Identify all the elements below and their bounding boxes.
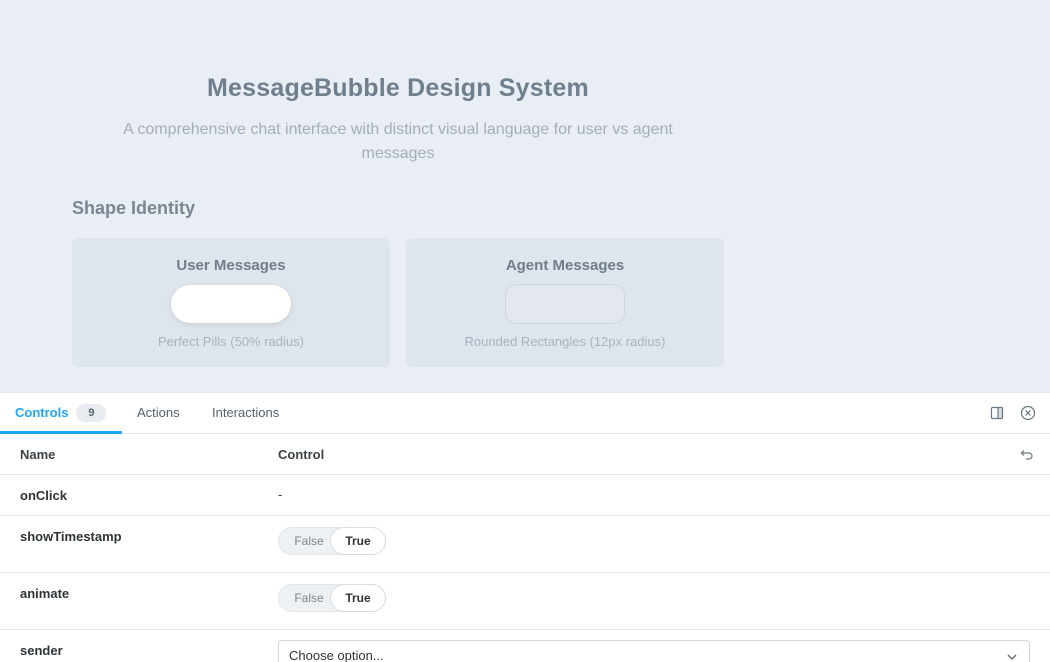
agent-rect-bubble xyxy=(505,284,625,324)
toggle-true-option[interactable]: True xyxy=(331,528,385,554)
addons-panel: Controls 9 Actions Interactions Name Cont… xyxy=(0,392,1050,662)
controls-count-badge: 9 xyxy=(76,403,107,422)
sender-select[interactable]: Choose option... xyxy=(278,640,1030,662)
card-title: User Messages xyxy=(176,257,286,274)
chevron-down-icon xyxy=(1005,650,1019,662)
row-name: onClick xyxy=(20,488,67,503)
toggle-true-option[interactable]: True xyxy=(331,585,385,611)
row-name: animate xyxy=(20,586,70,601)
split-panel-icon[interactable] xyxy=(989,405,1005,421)
table-row: onClick - xyxy=(0,475,1050,516)
tab-label: Controls xyxy=(15,405,69,420)
agent-messages-card: Agent Messages Rounded Rectangles (12px … xyxy=(406,238,724,367)
toggle-false-option[interactable]: False xyxy=(283,528,335,554)
user-messages-card: User Messages Perfect Pills (50% radius) xyxy=(72,238,390,367)
card-caption: Rounded Rectangles (12px radius) xyxy=(464,334,666,349)
row-name: sender xyxy=(20,643,63,658)
column-header-control: Control xyxy=(278,447,325,462)
story-preview: MessageBubble Design System A comprehens… xyxy=(0,0,1050,392)
boolean-toggle: False True xyxy=(278,527,386,555)
row-control-value: - xyxy=(278,487,283,502)
page-subtitle: A comprehensive chat interface with dist… xyxy=(123,121,673,162)
toggle-false-option[interactable]: False xyxy=(283,585,335,611)
card-title: Agent Messages xyxy=(505,257,625,274)
table-row: animate False True xyxy=(0,573,1050,630)
column-header-name: Name xyxy=(20,447,56,462)
user-pill-bubble xyxy=(171,285,291,323)
tab-controls[interactable]: Controls 9 xyxy=(0,393,122,434)
undo-icon[interactable] xyxy=(1019,446,1035,462)
card-caption: Perfect Pills (50% radius) xyxy=(158,334,304,349)
page-title: MessageBubble Design System xyxy=(207,74,589,102)
addons-tabbar: Controls 9 Actions Interactions xyxy=(0,393,1050,434)
row-name: showTimestamp xyxy=(20,529,122,544)
tab-actions[interactable]: Actions xyxy=(137,393,180,433)
tab-interactions[interactable]: Interactions xyxy=(212,393,279,433)
table-row: showTimestamp False True xyxy=(0,516,1050,573)
table-row: sender Choose option... xyxy=(0,630,1050,662)
boolean-toggle: False True xyxy=(278,584,386,612)
select-value: Choose option... xyxy=(289,648,384,662)
controls-table-header: Name Control xyxy=(0,434,1050,475)
close-circle-icon[interactable] xyxy=(1020,405,1036,421)
section-heading: Shape Identity xyxy=(72,198,196,218)
